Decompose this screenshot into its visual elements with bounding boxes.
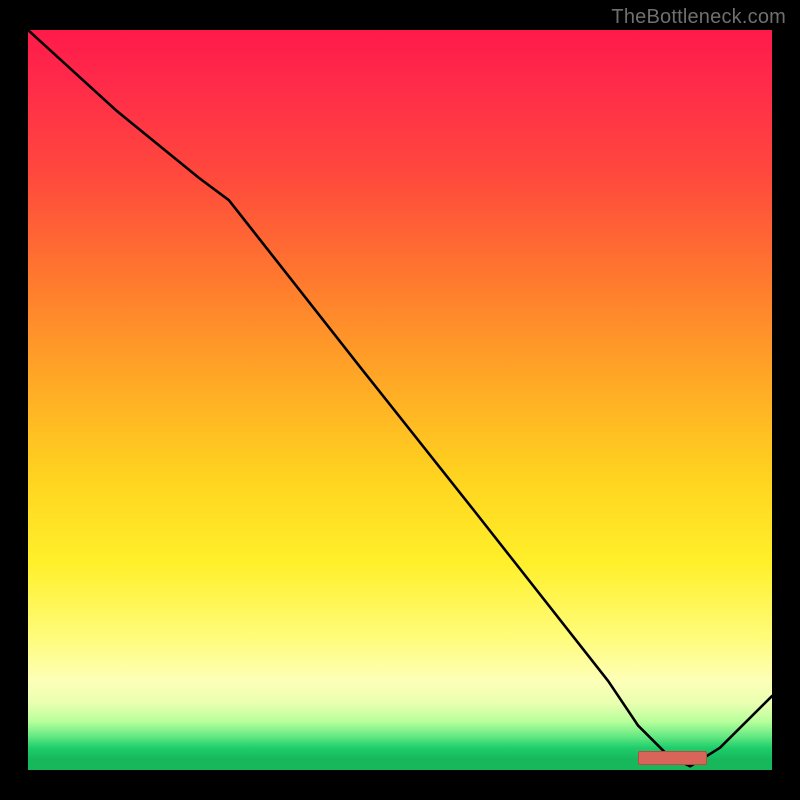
optimal-range-marker <box>638 751 707 765</box>
bottleneck-curve <box>28 30 772 770</box>
watermark-text: TheBottleneck.com <box>611 6 786 29</box>
chart-container: TheBottleneck.com <box>0 0 800 800</box>
plot-frame <box>28 30 772 770</box>
